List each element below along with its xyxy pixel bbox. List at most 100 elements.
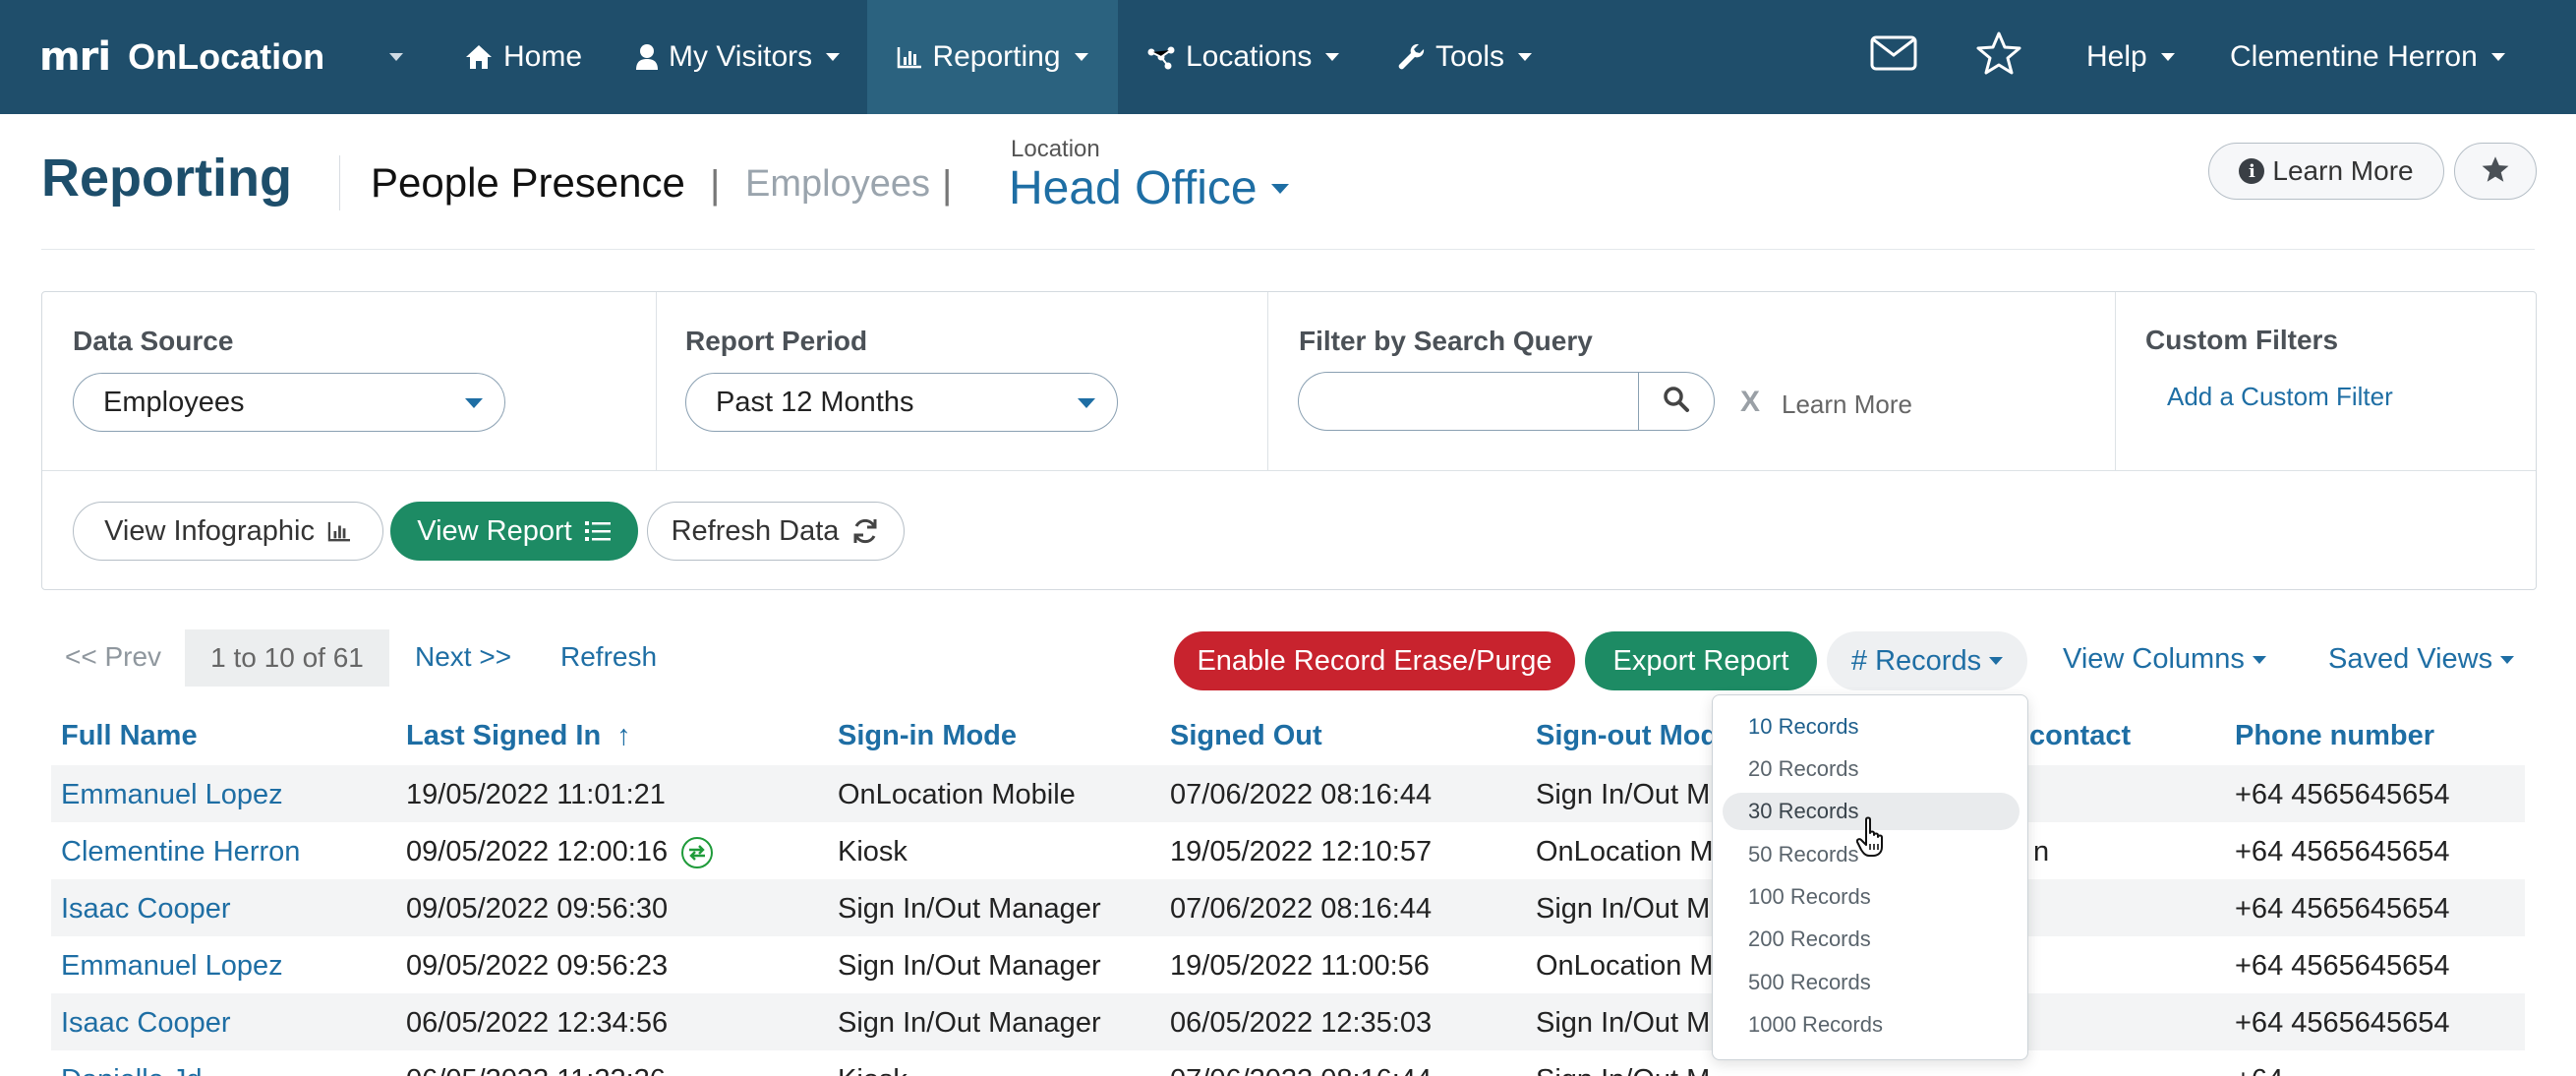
- table-row: Isaac Cooper 09/05/2022 09:56:30 Sign In…: [51, 879, 2525, 936]
- next-page-link[interactable]: Next >>: [415, 641, 511, 673]
- cell-last-signed-in: 06/05/2022 11:22:26: [406, 1064, 666, 1076]
- location-selector[interactable]: Head Office: [1009, 161, 1289, 215]
- data-source-select[interactable]: Employees: [73, 373, 505, 432]
- report-period-select[interactable]: Past 12 Months: [685, 373, 1118, 432]
- signed-in-value: 09/05/2022 12:00:16: [406, 836, 669, 867]
- cell-sign-in-mode: Sign In/Out Manager: [838, 893, 1101, 925]
- nav-tools-label: Tools: [1435, 40, 1505, 73]
- mail-button[interactable]: [1856, 0, 1931, 114]
- enable-erase-button[interactable]: Enable Record Erase/Purge: [1174, 631, 1575, 690]
- cell-sign-in-mode: Sign In/Out Manager: [838, 950, 1101, 982]
- menu-item-200-records[interactable]: 200 Records: [1723, 921, 2020, 958]
- search-input[interactable]: [1298, 372, 1640, 431]
- tab-separator: |: [710, 163, 721, 207]
- column-header-last-signed-in[interactable]: Last Signed In ↑: [406, 720, 631, 752]
- records-dropdown-button[interactable]: # Records: [1827, 631, 2027, 690]
- location-label: Location: [1011, 136, 1100, 162]
- nav-tools[interactable]: Tools: [1384, 0, 1546, 114]
- hand-pointer-icon: [1855, 816, 1890, 863]
- column-header-sign-out-mode[interactable]: Sign-out Mod: [1536, 720, 1718, 752]
- saved-views-dropdown[interactable]: Saved Views: [2328, 643, 2515, 676]
- column-header-full-name[interactable]: Full Name: [61, 720, 198, 752]
- nav-my-visitors-label: My Visitors: [669, 40, 813, 73]
- page-range: 1 to 10 of 61: [185, 629, 389, 687]
- cell-full-name[interactable]: Isaac Cooper: [61, 893, 231, 926]
- nav-locations-label: Locations: [1186, 40, 1313, 73]
- sync-icon: [681, 837, 714, 869]
- menu-item-500-records[interactable]: 500 Records: [1723, 964, 2020, 1001]
- view-columns-dropdown[interactable]: View Columns: [2063, 643, 2266, 676]
- user-name: Clementine Herron: [2230, 40, 2478, 73]
- view-report-label: View Report: [417, 514, 572, 547]
- table-row: Clementine Herron 09/05/2022 12:00:16 Ki…: [51, 822, 2525, 879]
- cell-sign-out-mode: Sign In/Out M: [1536, 893, 1711, 925]
- menu-item-10-records[interactable]: 10 Records: [1723, 708, 2020, 746]
- column-header-contact[interactable]: contact: [2029, 720, 2131, 752]
- tab-people-presence[interactable]: People Presence: [371, 159, 685, 207]
- nav-home[interactable]: Home: [450, 0, 596, 114]
- cell-full-name[interactable]: Emmanuel Lopez: [61, 779, 283, 811]
- favorite-page-button[interactable]: [2454, 143, 2537, 200]
- export-report-button[interactable]: Export Report: [1585, 631, 1817, 690]
- cell-signed-out: 06/05/2022 12:35:03: [1170, 1007, 1433, 1039]
- cell-phone: +64 4565645654: [2235, 779, 2450, 810]
- tab-employees[interactable]: Employees: [745, 163, 930, 206]
- app-logo[interactable]: mri OnLocation: [39, 30, 324, 85]
- report-period-value: Past 12 Months: [716, 386, 914, 418]
- network-icon: [1146, 44, 1176, 70]
- header-divider: [41, 249, 2535, 250]
- nav-help[interactable]: Help: [2073, 0, 2189, 114]
- column-header-signed-out[interactable]: Signed Out: [1170, 720, 1322, 752]
- cell-full-name[interactable]: Clementine Herron: [61, 836, 300, 868]
- learn-more-button[interactable]: i Learn More: [2208, 143, 2444, 200]
- menu-item-1000-records[interactable]: 1000 Records: [1723, 1006, 2020, 1044]
- table-row: Isaac Cooper 06/05/2022 12:34:56 Sign In…: [51, 993, 2525, 1050]
- star-icon: [2480, 154, 2511, 189]
- chevron-down-icon: [826, 53, 841, 61]
- nav-my-visitors[interactable]: My Visitors: [621, 0, 853, 114]
- cell-last-signed-in: 09/05/2022 12:00:16: [406, 836, 714, 869]
- records-label: # Records: [1850, 644, 1982, 677]
- add-custom-filter-link[interactable]: Add a Custom Filter: [2167, 382, 2393, 412]
- search-learn-more-link[interactable]: Learn More: [1782, 389, 1912, 420]
- clear-search-button[interactable]: X: [1740, 386, 1760, 419]
- user-icon: [635, 43, 659, 71]
- refresh-data-label: Refresh Data: [671, 514, 840, 547]
- chevron-down-icon: [1989, 657, 2004, 665]
- nav-locations[interactable]: Locations: [1133, 0, 1353, 114]
- menu-item-20-records[interactable]: 20 Records: [1723, 750, 2020, 788]
- star-outline-icon: [1974, 30, 2023, 84]
- menu-item-100-records[interactable]: 100 Records: [1723, 878, 2020, 916]
- view-infographic-button[interactable]: View Infographic: [73, 502, 383, 561]
- favorites-button[interactable]: [1961, 0, 2037, 114]
- chevron-down-icon: [2252, 655, 2266, 664]
- search-icon: [1663, 386, 1690, 418]
- app-menu-caret-icon[interactable]: [389, 53, 403, 61]
- user-menu[interactable]: Clementine Herron: [2216, 0, 2519, 114]
- records-dropdown-menu: 10 Records 20 Records 30 Records 50 Reco…: [1712, 694, 2028, 1060]
- cell-last-signed-in: 06/05/2022 12:34:56: [406, 1007, 669, 1039]
- view-report-button[interactable]: View Report: [390, 502, 638, 561]
- cell-signed-out: 07/06/2022 08:16:44: [1170, 779, 1433, 810]
- report-period-label: Report Period: [685, 326, 868, 356]
- chevron-down-icon: [1325, 53, 1340, 61]
- cell-full-name[interactable]: Danielle Jd: [61, 1064, 202, 1076]
- data-source-label: Data Source: [73, 326, 234, 356]
- chevron-down-icon: [2500, 655, 2515, 664]
- search-query-label: Filter by Search Query: [1299, 326, 1593, 356]
- cell-full-name[interactable]: Emmanuel Lopez: [61, 950, 283, 983]
- column-header-phone[interactable]: Phone number: [2235, 720, 2434, 752]
- cell-phone: +64 4565645654: [2235, 950, 2450, 982]
- home-icon: [464, 43, 494, 71]
- refresh-link[interactable]: Refresh: [560, 641, 657, 673]
- tab-separator: |: [942, 163, 953, 207]
- cell-sign-out-mode: OnLocation M: [1536, 836, 1714, 867]
- nav-reporting[interactable]: Reporting: [867, 0, 1118, 114]
- search-button[interactable]: [1638, 372, 1715, 431]
- cell-full-name[interactable]: Isaac Cooper: [61, 1007, 231, 1040]
- refresh-data-button[interactable]: Refresh Data: [647, 502, 905, 561]
- prev-page-link[interactable]: << Prev: [65, 641, 161, 673]
- nav-reporting-label: Reporting: [932, 40, 1061, 73]
- cell-phone: +64 4565645654: [2235, 836, 2450, 867]
- column-header-sign-in-mode[interactable]: Sign-in Mode: [838, 720, 1017, 752]
